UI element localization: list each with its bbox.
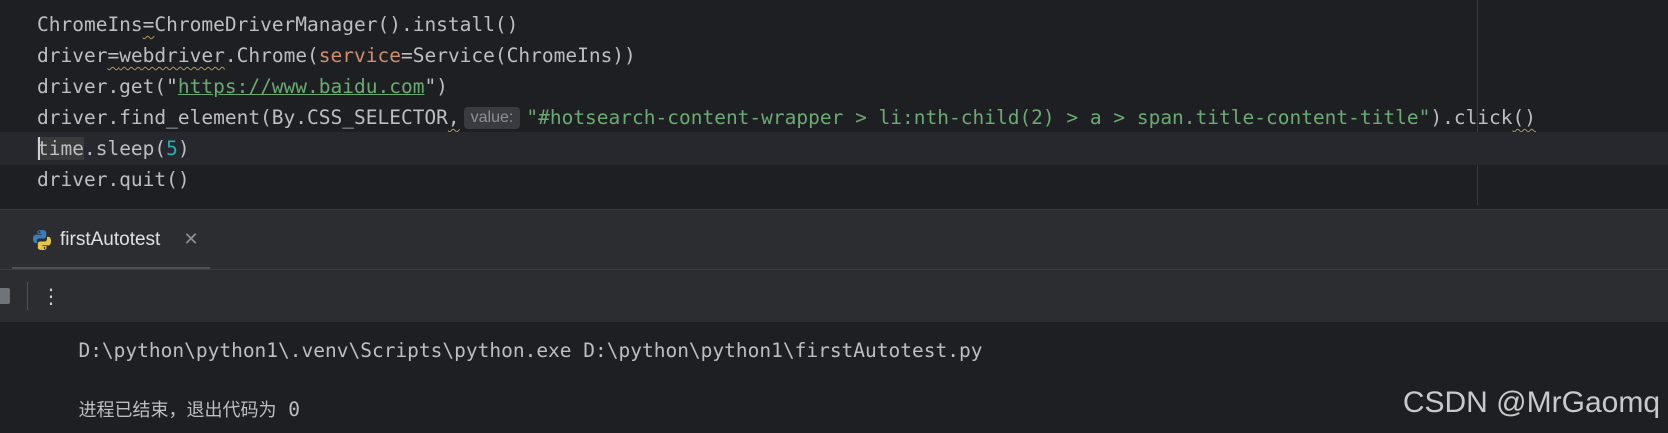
code-token: =	[107, 44, 120, 67]
code-token: =	[142, 13, 155, 36]
code-token: time	[37, 137, 84, 160]
number-literal: 5	[166, 137, 178, 160]
code-token: .sleep(	[83, 137, 167, 160]
run-tab-label: firstAutotest	[60, 229, 161, 250]
keyword-argument: service	[318, 44, 401, 67]
console-exit-line: 进程已结束，退出代码为 0	[8, 368, 300, 433]
console-exit-text: 进程已结束，退出代码为	[78, 400, 277, 421]
text-caret	[38, 137, 40, 160]
code-token: )	[177, 137, 190, 160]
code-line-5[interactable]: time.sleep(5)	[0, 132, 1668, 165]
code-line-1[interactable]: ChromeIns=ChromeDriverManager().install(…	[0, 8, 1668, 41]
code-token: driver	[37, 44, 108, 67]
close-icon[interactable]: ✕	[180, 227, 202, 253]
code-token: webdriver	[119, 44, 225, 67]
run-tab-firstautotest[interactable]: firstAutotest ✕	[12, 210, 210, 270]
more-options-icon[interactable]: ⋮	[40, 282, 62, 310]
url-link[interactable]: https://www.baidu.com	[178, 75, 425, 98]
code-line-3[interactable]: driver.get("https://www.baidu.com")	[0, 70, 1668, 103]
code-token: ()	[1512, 106, 1537, 129]
code-token: =Service(ChromeIns))	[400, 44, 636, 67]
code-token: driver.find_element(By.CSS_SELECTOR	[37, 106, 448, 129]
code-token: ChromeDriverManager().install()	[154, 13, 519, 36]
toolbar-divider	[27, 282, 28, 310]
code-token: ).click	[1430, 106, 1513, 129]
code-token: .Chrome(	[224, 44, 319, 67]
code-line-4[interactable]: driver.find_element(By.CSS_SELECTOR, valu…	[0, 101, 1668, 134]
code-token: ChromeIns	[37, 13, 143, 36]
code-line-2[interactable]: driver=webdriver.Chrome(service=Service(…	[0, 39, 1668, 72]
csdn-watermark: CSDN @MrGaomq	[1402, 386, 1660, 419]
code-line-6[interactable]: driver.quit()	[0, 163, 1668, 196]
code-token: driver.quit()	[37, 168, 190, 191]
string-literal: "#hotsearch-content-wrapper > li:nth-chi…	[526, 106, 1431, 129]
code-editor[interactable]: ChromeIns=ChromeDriverManager().install(…	[0, 0, 1668, 209]
parameter-hint: value:	[463, 107, 521, 129]
code-token: driver.get("	[37, 75, 178, 98]
console-exit-code: 0	[288, 398, 300, 421]
code-token: ,	[447, 106, 460, 129]
console-command: D:\python\python1\.venv\Scripts\python.e…	[78, 339, 983, 362]
stop-icon[interactable]	[0, 288, 10, 304]
run-tool-window-header: firstAutotest ✕	[0, 209, 1668, 270]
ide-window: ChromeIns=ChromeDriverManager().install(…	[0, 0, 1668, 433]
python-icon	[33, 230, 51, 250]
code-token: ")	[424, 75, 448, 98]
